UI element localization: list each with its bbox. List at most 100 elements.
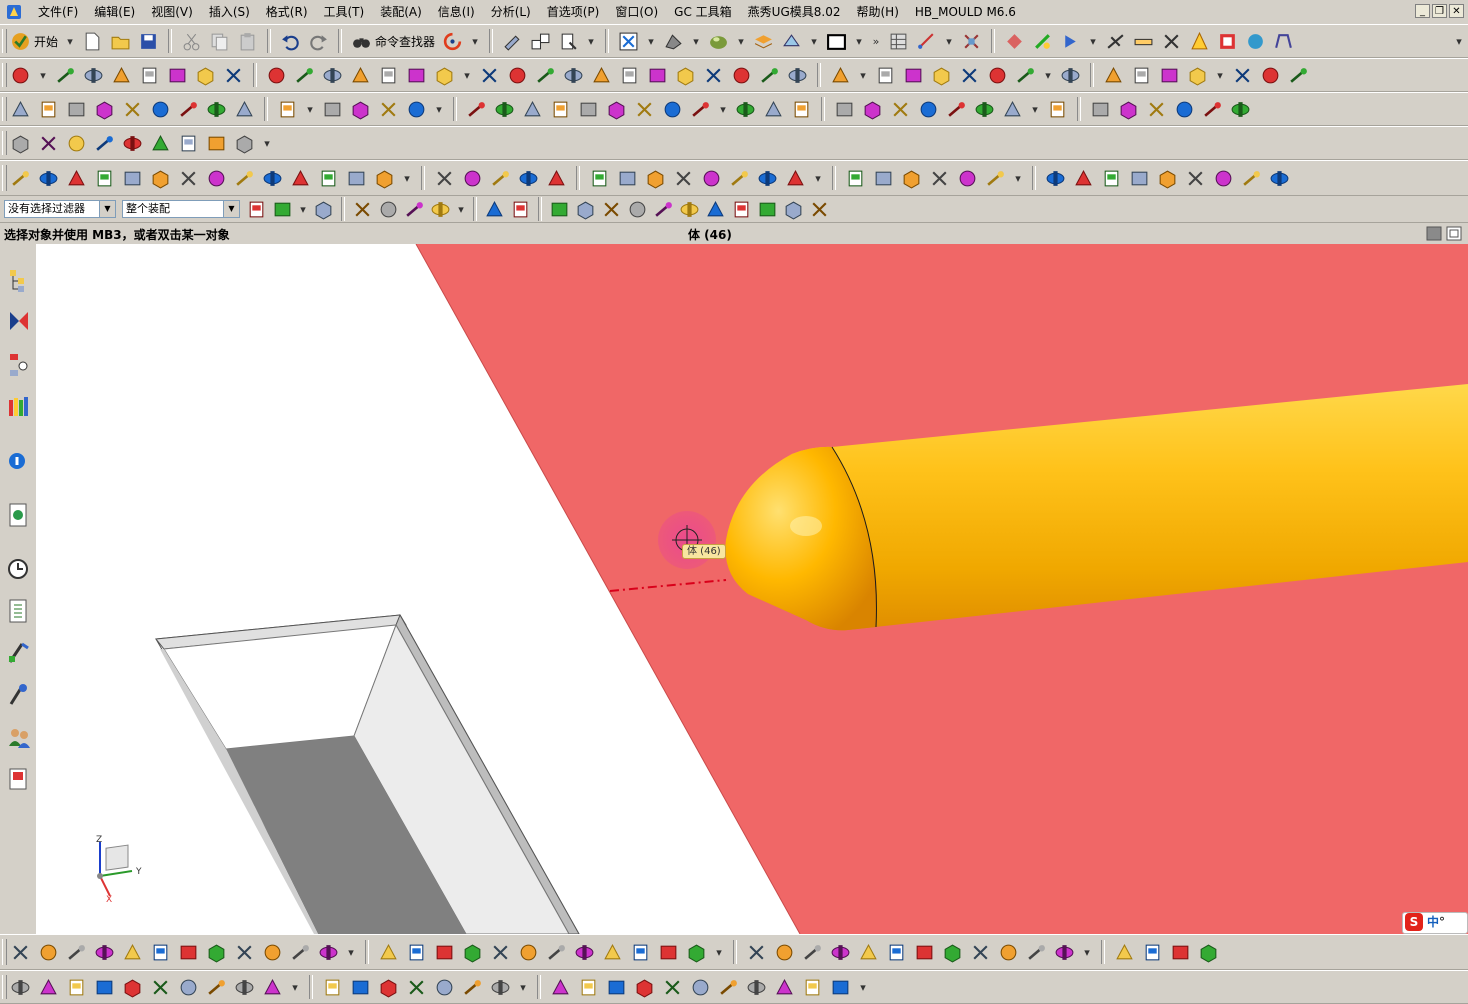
- menu-item[interactable]: 工具(T): [316, 4, 373, 20]
- cylinder-icon[interactable]: [1213, 168, 1234, 189]
- sketch-icon[interactable]: [875, 65, 896, 86]
- sketch-icon[interactable]: [510, 199, 531, 220]
- cone-icon[interactable]: [858, 942, 879, 963]
- dropdown-icon[interactable]: ▾: [646, 35, 656, 48]
- block-icon[interactable]: [549, 199, 570, 220]
- hole-icon[interactable]: [234, 977, 255, 998]
- sketch-icon[interactable]: [550, 99, 571, 120]
- cone-icon[interactable]: [522, 99, 543, 120]
- dropdown-icon[interactable]: ▾: [298, 203, 308, 216]
- palette-icon[interactable]: [6, 764, 32, 794]
- block-icon[interactable]: [272, 199, 293, 220]
- block-icon[interactable]: [122, 168, 143, 189]
- sketch-icon[interactable]: [38, 99, 59, 120]
- dropdown-icon[interactable]: ▾: [402, 172, 412, 185]
- cylinder-icon[interactable]: [1174, 99, 1195, 120]
- block-icon[interactable]: [834, 99, 855, 120]
- menu-item[interactable]: 编辑(E): [86, 4, 143, 20]
- block-icon[interactable]: [1129, 168, 1150, 189]
- prism-icon[interactable]: [675, 65, 696, 86]
- toolbar-overflow-icon[interactable]: ▾: [1454, 35, 1464, 48]
- menu-item[interactable]: HB_MOULD M6.6: [907, 4, 1024, 20]
- globe-icon[interactable]: [1245, 31, 1266, 52]
- hole-icon[interactable]: [1230, 99, 1251, 120]
- cross-icon[interactable]: [406, 977, 427, 998]
- dimension-icon[interactable]: [1105, 31, 1126, 52]
- dropdown-icon[interactable]: ▾: [809, 35, 819, 48]
- prism-icon[interactable]: [195, 65, 216, 86]
- dropdown-icon[interactable]: ▾: [434, 103, 444, 116]
- toolbar-grip[interactable]: [2, 165, 7, 191]
- block-icon[interactable]: [178, 942, 199, 963]
- cylinder-icon[interactable]: [774, 942, 795, 963]
- sketch-icon[interactable]: [94, 168, 115, 189]
- start-button[interactable]: 开始: [34, 33, 58, 50]
- hole-icon[interactable]: [322, 65, 343, 86]
- line-icon[interactable]: [690, 99, 711, 120]
- menu-item[interactable]: 视图(V): [143, 4, 201, 20]
- cross-icon[interactable]: [634, 99, 655, 120]
- analysis-icon[interactable]: [961, 31, 982, 52]
- transform-icon[interactable]: [1004, 31, 1025, 52]
- line-icon[interactable]: [1241, 168, 1262, 189]
- constraint-navigator-icon[interactable]: [6, 306, 32, 336]
- dropdown-icon[interactable]: ▾: [854, 35, 864, 48]
- dropdown-icon[interactable]: ▾: [714, 946, 724, 959]
- block-icon[interactable]: [322, 99, 343, 120]
- cone-icon[interactable]: [350, 65, 371, 86]
- cylinder-icon[interactable]: [957, 168, 978, 189]
- cylinder-icon[interactable]: [627, 199, 648, 220]
- cone-icon[interactable]: [774, 977, 795, 998]
- cone-icon[interactable]: [1002, 99, 1023, 120]
- type-filter-select[interactable]: 没有选择过滤器 ▼: [4, 200, 116, 218]
- prism-icon[interactable]: [1187, 65, 1208, 86]
- cone-icon[interactable]: [591, 65, 612, 86]
- cross-icon[interactable]: [352, 199, 373, 220]
- dropdown-icon[interactable]: ▾: [858, 69, 868, 82]
- block-icon[interactable]: [578, 99, 599, 120]
- roles-icon[interactable]: [6, 722, 32, 752]
- play-icon[interactable]: [1060, 31, 1081, 52]
- prism-icon[interactable]: [206, 942, 227, 963]
- block-icon[interactable]: [606, 977, 627, 998]
- sketch-icon[interactable]: [630, 942, 651, 963]
- line-icon[interactable]: [94, 133, 115, 154]
- hole-icon[interactable]: [494, 99, 515, 120]
- cone-icon[interactable]: [484, 199, 505, 220]
- dropdown-icon[interactable]: ▾: [1030, 103, 1040, 116]
- cross-icon[interactable]: [601, 199, 622, 220]
- sketch-icon[interactable]: [66, 977, 87, 998]
- hole-icon[interactable]: [318, 942, 339, 963]
- hole-icon[interactable]: [1045, 168, 1066, 189]
- prism-icon[interactable]: [1198, 942, 1219, 963]
- cone-icon[interactable]: [150, 133, 171, 154]
- menu-item[interactable]: 帮助(H): [848, 4, 906, 20]
- toolbar-grip[interactable]: [2, 29, 7, 53]
- cross-icon[interactable]: [673, 168, 694, 189]
- sketch-icon[interactable]: [178, 133, 199, 154]
- sketch-icon[interactable]: [731, 199, 752, 220]
- sketch-icon[interactable]: [589, 168, 610, 189]
- menu-item[interactable]: GC 工具箱: [666, 4, 740, 20]
- sketch-icon[interactable]: [139, 65, 160, 86]
- cylinder-icon[interactable]: [178, 977, 199, 998]
- line-icon[interactable]: [802, 942, 823, 963]
- scope-select[interactable]: 整个装配 ▼: [122, 200, 240, 218]
- cylinder-icon[interactable]: [1260, 65, 1281, 86]
- reuse-library-icon[interactable]: [6, 392, 32, 422]
- line-icon[interactable]: [946, 99, 967, 120]
- hole-icon[interactable]: [679, 199, 700, 220]
- dropdown-icon[interactable]: ▾: [456, 203, 466, 216]
- block-icon[interactable]: [350, 977, 371, 998]
- prism-icon[interactable]: [634, 977, 655, 998]
- hd3d-tools-icon[interactable]: [6, 446, 32, 476]
- cone-icon[interactable]: [1073, 168, 1094, 189]
- cylinder-icon[interactable]: [10, 65, 31, 86]
- cut-icon[interactable]: [181, 31, 202, 52]
- cone-icon[interactable]: [38, 977, 59, 998]
- line-icon[interactable]: [535, 65, 556, 86]
- prism-icon[interactable]: [350, 99, 371, 120]
- sketch-icon[interactable]: [277, 99, 298, 120]
- sphere-render-icon[interactable]: [708, 31, 729, 52]
- cylinder-icon[interactable]: [434, 977, 455, 998]
